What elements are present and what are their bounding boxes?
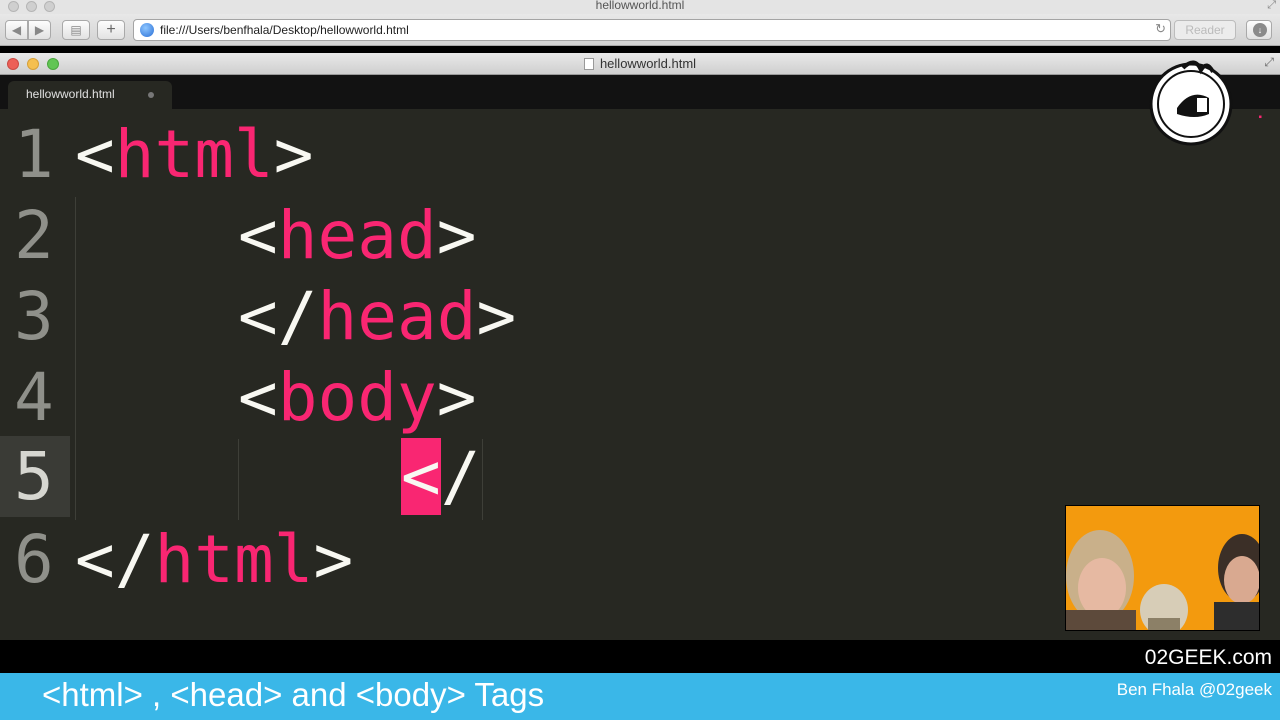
downloads-button[interactable]: ↓ [1246,20,1272,40]
line-number: 6 [14,521,54,598]
file-tab-label: hellowworld.html [26,87,115,101]
code-line: 2 <head> [0,195,1280,276]
editor-window-title: hellowworld.html [599,56,697,71]
code-text: <body> [238,359,477,436]
fullscreen-icon[interactable]: ⤢ [1267,0,1276,12]
tag-name: head [317,278,477,355]
lesson-title: <html> , <head> and <body> Tags [42,676,545,713]
tag-name: html [154,521,314,598]
editor-title-bar: hellowworld.html ⤢ [0,53,1280,75]
author-credit: Ben Fhala @02geek [1116,680,1272,699]
watermark-strip: 02GEEK.com [0,640,1280,673]
code-text: <html> [75,116,314,193]
unsaved-dot-icon[interactable] [148,92,154,98]
reload-icon[interactable]: ↻ [1155,21,1166,37]
plus-icon: + [106,21,116,38]
line-number: 3 [14,278,54,355]
browser-title-bar: hellowworld.html ⤢ [0,0,1280,14]
address-bar[interactable]: file:///Users/benfhala/Desktop/hellowwor… [133,19,1171,41]
new-tab-button[interactable]: + [97,20,125,40]
code-text: </ [401,438,481,515]
code-text: <head> [238,197,477,274]
code-line: 3 </head> [0,276,1280,357]
download-icon: ↓ [1253,23,1267,37]
browser-toolbar: ◀ ▶ ▤ + file:///Users/benfhala/Desktop/h… [0,14,1280,46]
tag-name: head [277,197,437,274]
text-cursor: < [401,438,441,515]
code-line: 4 <body> [0,357,1280,438]
line-number: 4 [14,359,54,436]
lesson-banner: <html> , <head> and <body> Tags Ben Fhal… [0,673,1280,720]
tag-name: body [277,359,437,436]
code-line: 1 <html> [0,114,1280,195]
browser-window-title: hellowworld.html [595,0,685,12]
02geek-logo-icon [1149,60,1233,146]
line-number: 1 [14,116,54,193]
show-all-tabs-button[interactable]: ▤ [62,20,90,40]
forward-button[interactable]: ▶ [28,20,51,40]
document-icon [583,58,594,70]
globe-icon [140,23,154,37]
site-brand: 02GEEK.com [1144,646,1272,669]
editor-fullscreen-icon[interactable]: ⤢ [1264,55,1274,70]
forward-arrow-icon: ▶ [34,23,45,37]
tabs-icon: ▤ [70,23,82,37]
webcam-overlay [1065,505,1260,631]
editor-tab-bar: hellowworld.html [0,75,1280,109]
code-text: </head> [238,278,517,355]
back-button[interactable]: ◀ [5,20,28,40]
line-number: 2 [14,197,54,274]
back-arrow-icon: ◀ [11,23,22,37]
tag-name: html [114,116,274,193]
address-url[interactable]: file:///Users/benfhala/Desktop/hellowwor… [160,23,409,37]
line-number: 5 [14,438,54,515]
code-text: </html> [75,521,354,598]
presenters-image [1066,506,1259,630]
reader-button[interactable]: Reader [1174,20,1236,40]
file-tab[interactable]: hellowworld.html [8,81,172,109]
